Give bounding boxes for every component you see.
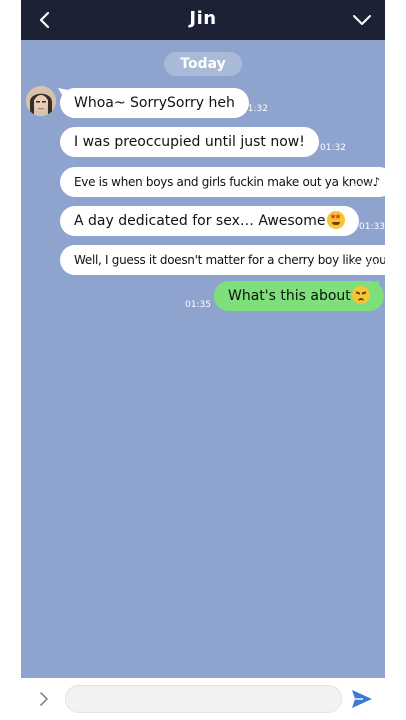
message-text: A day dedicated for sex… Awesome xyxy=(74,213,326,229)
message-time: 01:32 xyxy=(320,143,346,153)
message-time: 01:35 xyxy=(185,300,211,310)
message-text: Well, I guess it doesn't matter for a ch… xyxy=(74,253,385,267)
message-time: 01:33 xyxy=(352,261,378,271)
star-struck-emoji-icon xyxy=(326,211,345,229)
chevron-down-icon[interactable] xyxy=(351,12,373,28)
message-text: What's this about xyxy=(228,288,351,304)
message-time: 01:32 xyxy=(242,104,268,114)
message-bubble-received[interactable]: Whoa~ SorrySorry heh xyxy=(60,88,249,118)
avatar-portrait-icon xyxy=(26,86,56,116)
date-separator: Today xyxy=(164,52,242,76)
contact-name: Jin xyxy=(189,8,217,29)
message-input[interactable] xyxy=(65,685,342,713)
message-bubble-received[interactable]: Well, I guess it doesn't matter for a ch… xyxy=(60,245,385,275)
chat-header: Jin xyxy=(21,0,385,40)
message-time: 01:33 xyxy=(359,222,385,232)
message-text: I was preoccupied until just now! xyxy=(74,134,305,150)
chevron-right-icon[interactable] xyxy=(37,690,51,708)
avatar[interactable] xyxy=(26,86,56,116)
message-bubble-received[interactable]: A day dedicated for sex… Awesome xyxy=(60,206,359,236)
disappointed-face-emoji-icon xyxy=(351,286,370,304)
message-bubble-received[interactable]: Eve is when boys and girls fuckin make o… xyxy=(60,167,385,197)
message-text: Eve is when boys and girls fuckin make o… xyxy=(74,175,381,189)
message-time: 01:32 xyxy=(353,183,379,193)
chat-screen: Jin Today Whoa~ SorrySorry heh 01:32 I w… xyxy=(21,0,385,720)
message-input-bar xyxy=(21,678,385,720)
send-icon[interactable] xyxy=(351,689,373,709)
message-bubble-received[interactable]: I was preoccupied until just now! xyxy=(60,127,319,157)
message-text: Whoa~ SorrySorry heh xyxy=(74,95,235,111)
message-bubble-sent[interactable]: What's this about xyxy=(214,281,384,311)
